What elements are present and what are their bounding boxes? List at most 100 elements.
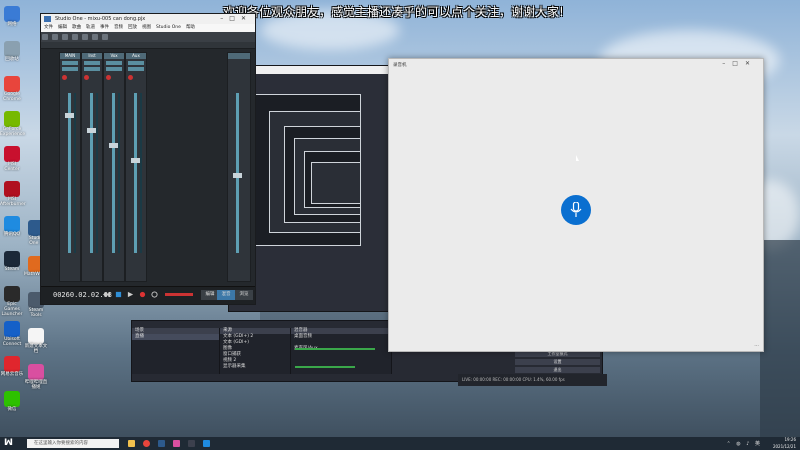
audio-meter	[295, 348, 375, 350]
insert-slot[interactable]	[106, 67, 122, 71]
obs-icon[interactable]	[188, 440, 195, 447]
main-fader-knob[interactable]	[233, 173, 242, 178]
loop-icon[interactable]	[151, 291, 158, 298]
fader-knob[interactable]	[109, 143, 118, 148]
insert-slot[interactable]	[84, 67, 100, 71]
range-tool-icon[interactable]	[51, 34, 58, 40]
channel-meter	[140, 93, 142, 253]
menu-item[interactable]: 回放	[128, 25, 137, 30]
microphone-icon	[570, 202, 582, 217]
insert-slot[interactable]	[62, 61, 78, 65]
scenes-panel: 场景 直播	[132, 328, 220, 374]
window-titlebar[interactable]: Studio One - mixu-005 can dong.pjx –□✕	[41, 14, 255, 24]
system-tray-icons[interactable]: ⌃ ◍ ♪ 英	[726, 440, 762, 447]
channel-fader[interactable]	[90, 93, 93, 253]
channel-fader[interactable]	[112, 93, 115, 253]
mute-tool-icon[interactable]	[91, 34, 98, 40]
mixer-channel[interactable]: Inst	[81, 52, 103, 282]
taskbar: ꟽ 在这里输入你要搜索的内容 ⌃ ◍ ♪ 英 19:26 2021/12/21	[0, 437, 800, 450]
mixer-channel[interactable]: MAIN	[59, 52, 81, 282]
record-button[interactable]	[561, 195, 591, 225]
menu-item[interactable]: 编辑	[58, 25, 67, 30]
channel-name: Aux	[126, 53, 146, 59]
desktop-icon[interactable]: 新建文本文档	[24, 328, 48, 354]
obs-control-button[interactable]: 设置	[515, 359, 600, 365]
desktop-icon[interactable]: 微信	[0, 391, 24, 412]
app-icon	[4, 41, 20, 57]
desktop-icon[interactable]: MSI Afterburner	[0, 181, 26, 207]
file-explorer-icon[interactable]	[128, 440, 135, 447]
app-icon	[4, 321, 20, 337]
mixer-channel[interactable]: Vox	[103, 52, 125, 282]
insert-slot[interactable]	[84, 61, 100, 65]
menu-item[interactable]: 文件	[44, 25, 53, 30]
record-arm-icon[interactable]	[62, 75, 67, 80]
clock[interactable]: 19:26 2021/12/21	[773, 437, 796, 450]
tab-browse[interactable]: 浏览	[235, 290, 253, 300]
desktop-icon[interactable]: Steam	[0, 251, 24, 272]
app-icon	[4, 216, 20, 232]
pencil-tool-icon[interactable]	[81, 34, 88, 40]
record-arm-icon[interactable]	[106, 75, 111, 80]
desktop-icon[interactable]: 哔哩哔哩直播姬	[24, 364, 48, 390]
desktop-icon[interactable]: 网易云音乐	[0, 356, 24, 377]
menu-item[interactable]: 帮助	[186, 25, 195, 30]
desktop-icon[interactable]: Ubisoft Connect	[0, 321, 24, 347]
start-button[interactable]: ꟽ	[4, 438, 13, 448]
recorder-icon[interactable]	[203, 440, 210, 447]
play-icon[interactable]	[127, 291, 134, 298]
obs-status-bar: LIVE: 00:00:00 REC: 00:00:00 CPU: 1.4%, …	[458, 374, 607, 386]
insert-slot[interactable]	[106, 61, 122, 65]
desktop-icon[interactable]: 网络	[0, 6, 24, 27]
desktop-icon[interactable]: 腾讯QQ	[0, 216, 24, 237]
source-item[interactable]: 显示器采集	[220, 364, 290, 370]
stop-icon[interactable]	[115, 291, 122, 298]
menu-item[interactable]: 歌曲	[72, 25, 81, 30]
split-tool-icon[interactable]	[61, 34, 68, 40]
record-arm-icon[interactable]	[128, 75, 133, 80]
arrow-tool-icon[interactable]	[42, 34, 48, 40]
insert-slot[interactable]	[128, 61, 144, 65]
main-out-channel[interactable]	[227, 52, 251, 282]
rewind-icon[interactable]	[103, 291, 110, 298]
audio-meter	[295, 366, 355, 368]
channel-name: Vox	[104, 53, 124, 59]
voice-recorder-window[interactable]: 录音机 –□✕ ···	[388, 58, 764, 352]
desktop-icon[interactable]: Google Chrome	[0, 76, 24, 102]
listen-tool-icon[interactable]	[101, 34, 108, 40]
eraser-tool-icon[interactable]	[71, 34, 78, 40]
bilibili-icon[interactable]	[173, 440, 180, 447]
search-input[interactable]: 在这里输入你要搜索的内容	[27, 439, 119, 448]
menu-item[interactable]: 轨道	[86, 25, 95, 30]
mixer-channel[interactable]: Aux	[125, 52, 147, 282]
tab-mix[interactable]: 混音	[217, 290, 235, 300]
channel-fader[interactable]	[134, 93, 137, 253]
fader-knob[interactable]	[131, 158, 140, 163]
record-arm-icon[interactable]	[84, 75, 89, 80]
menu-item[interactable]: 事件	[100, 25, 109, 30]
window-controls[interactable]: –□✕	[220, 14, 252, 24]
record-icon[interactable]	[139, 291, 146, 298]
chrome-icon[interactable]	[143, 440, 150, 447]
scene-item[interactable]: 直播	[132, 334, 219, 340]
channel-meter	[96, 93, 98, 253]
desktop-icon[interactable]: GeForce Experience	[0, 111, 25, 137]
app-icon	[4, 76, 20, 92]
insert-slot[interactable]	[128, 67, 144, 71]
obs-control-button[interactable]: 退出	[515, 367, 600, 373]
fader-knob[interactable]	[65, 113, 74, 118]
menu-item[interactable]: 音频	[114, 25, 123, 30]
fader-knob[interactable]	[87, 128, 96, 133]
menu-item[interactable]: Studio One	[156, 25, 181, 30]
window-controls[interactable]: –□✕	[722, 60, 757, 67]
more-options-icon[interactable]: ···	[754, 343, 759, 349]
studio-one-window[interactable]: Studio One - mixu-005 can dong.pjx –□✕ 文…	[40, 13, 256, 305]
insert-slot[interactable]	[62, 67, 78, 71]
desktop-icon[interactable]: MSI Center	[0, 146, 24, 172]
app-icon	[4, 146, 20, 162]
desktop-icon[interactable]: 回收站	[0, 41, 24, 62]
menu-item[interactable]: 视图	[142, 25, 151, 30]
studio-one-icon[interactable]	[158, 440, 165, 447]
app-icon	[28, 364, 44, 380]
desktop-icon[interactable]: Epic Games Launcher	[0, 286, 24, 317]
